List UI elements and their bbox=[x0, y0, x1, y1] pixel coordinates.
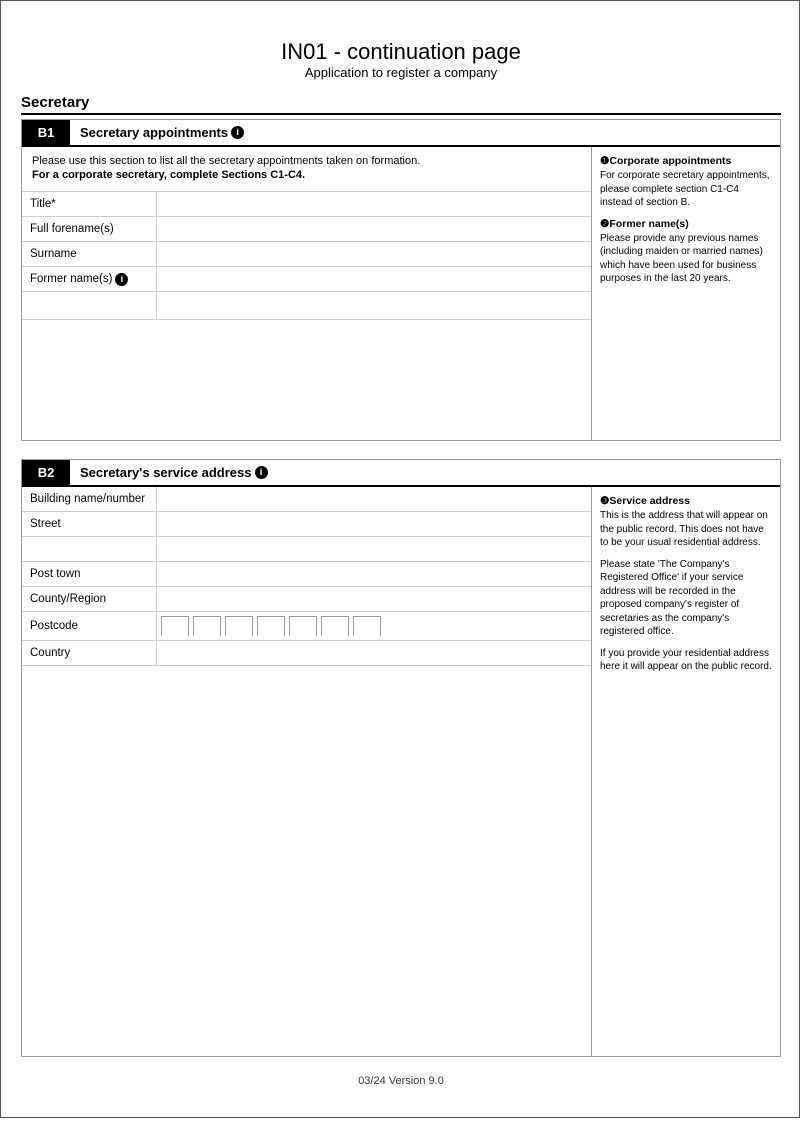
label-street2 bbox=[22, 537, 157, 561]
secretary-heading: Secretary bbox=[21, 94, 781, 115]
footer: 03/24 Version 9.0 bbox=[21, 1075, 781, 1087]
postcode-box-3[interactable] bbox=[225, 616, 253, 636]
input-street[interactable] bbox=[161, 514, 587, 534]
label-surname: Surname bbox=[22, 242, 157, 266]
postcode-input-2[interactable] bbox=[194, 617, 220, 637]
label-former-names-extra bbox=[22, 292, 157, 319]
form-row-forenames: Full forename(s) bbox=[22, 217, 591, 242]
form-row-former-names: Former name(s) i bbox=[22, 267, 591, 292]
form-row-surname: Surname bbox=[22, 242, 591, 267]
label-country: Country bbox=[22, 641, 157, 665]
postcode-input-4[interactable] bbox=[258, 617, 284, 637]
postcode-box-6[interactable] bbox=[321, 616, 349, 636]
b2-badge: B2 bbox=[22, 460, 70, 485]
b2-spacer bbox=[22, 666, 591, 1056]
field-former-names[interactable] bbox=[157, 267, 591, 291]
form-row-former-names-extra bbox=[22, 292, 591, 320]
input-country[interactable] bbox=[161, 643, 587, 663]
input-forenames[interactable] bbox=[161, 219, 587, 239]
field-former-names-extra[interactable] bbox=[157, 292, 591, 319]
field-county[interactable] bbox=[157, 587, 591, 611]
b1-spacer bbox=[22, 320, 591, 440]
postcode-input-1[interactable] bbox=[162, 617, 188, 637]
b1-info-text: Please use this section to list all the … bbox=[22, 147, 591, 192]
field-title[interactable] bbox=[157, 192, 591, 216]
postcode-input-7[interactable] bbox=[354, 617, 380, 637]
form-row-county: County/Region bbox=[22, 587, 591, 612]
postcode-input-3[interactable] bbox=[226, 617, 252, 637]
page-title: IN01 - continuation page bbox=[21, 39, 781, 65]
form-row-street: Street bbox=[22, 512, 591, 537]
section-b2: B2 Secretary's service address i Buildin… bbox=[21, 459, 781, 1057]
label-forenames: Full forename(s) bbox=[22, 217, 157, 241]
b1-note1: ❶Corporate appointments For corporate se… bbox=[600, 155, 772, 210]
label-county: County/Region bbox=[22, 587, 157, 611]
b2-note3: If you provide your residential address … bbox=[600, 647, 772, 674]
postcode-input-5[interactable] bbox=[290, 617, 316, 637]
b1-note2: ❷Former name(s) Please provide any previ… bbox=[600, 218, 772, 286]
label-postcode: Postcode bbox=[22, 612, 157, 640]
input-title[interactable] bbox=[161, 194, 587, 214]
label-building: Building name/number bbox=[22, 487, 157, 511]
former-names-info-icon: i bbox=[115, 273, 128, 286]
b2-info-icon: i bbox=[255, 466, 268, 479]
form-row-post-town: Post town bbox=[22, 562, 591, 587]
field-forenames[interactable] bbox=[157, 217, 591, 241]
field-postcode bbox=[157, 612, 591, 640]
field-street2[interactable] bbox=[157, 537, 591, 561]
input-former-names[interactable] bbox=[161, 269, 587, 289]
field-post-town[interactable] bbox=[157, 562, 591, 586]
label-former-names: Former name(s) i bbox=[22, 267, 157, 291]
field-street[interactable] bbox=[157, 512, 591, 536]
postcode-box-2[interactable] bbox=[193, 616, 221, 636]
label-street: Street bbox=[22, 512, 157, 536]
page-title-block: IN01 - continuation page Application to … bbox=[21, 39, 781, 80]
field-country[interactable] bbox=[157, 641, 591, 665]
label-title: Title* bbox=[22, 192, 157, 216]
b1-info-icon: i bbox=[231, 126, 244, 139]
field-building[interactable] bbox=[157, 487, 591, 511]
b2-note1: ❸Service address This is the address tha… bbox=[600, 495, 772, 550]
postcode-box-7[interactable] bbox=[353, 616, 381, 636]
input-post-town[interactable] bbox=[161, 564, 587, 584]
section-b1: B1 Secretary appointments i Please use t… bbox=[21, 119, 781, 441]
form-row-country: Country bbox=[22, 641, 591, 666]
label-post-town: Post town bbox=[22, 562, 157, 586]
page-subtitle: Application to register a company bbox=[21, 65, 781, 80]
input-county[interactable] bbox=[161, 589, 587, 609]
b1-badge: B1 bbox=[22, 120, 70, 145]
input-former-names-extra[interactable] bbox=[161, 294, 587, 314]
form-row-postcode: Postcode bbox=[22, 612, 591, 641]
postcode-box-4[interactable] bbox=[257, 616, 285, 636]
b2-sidebar: ❸Service address This is the address tha… bbox=[592, 487, 780, 1056]
input-building[interactable] bbox=[161, 489, 587, 509]
b1-title: Secretary appointments i bbox=[70, 120, 780, 145]
form-row-building: Building name/number bbox=[22, 487, 591, 512]
postcode-box-5[interactable] bbox=[289, 616, 317, 636]
form-row-street2 bbox=[22, 537, 591, 562]
input-street2[interactable] bbox=[161, 539, 587, 559]
postcode-box-1[interactable] bbox=[161, 616, 189, 636]
input-surname[interactable] bbox=[161, 244, 587, 264]
form-row-title: Title* bbox=[22, 192, 591, 217]
field-surname[interactable] bbox=[157, 242, 591, 266]
b1-sidebar: ❶Corporate appointments For corporate se… bbox=[592, 147, 780, 440]
postcode-input-6[interactable] bbox=[322, 617, 348, 637]
b2-title: Secretary's service address i bbox=[70, 460, 780, 485]
b2-note2: Please state 'The Company's Registered O… bbox=[600, 558, 772, 639]
